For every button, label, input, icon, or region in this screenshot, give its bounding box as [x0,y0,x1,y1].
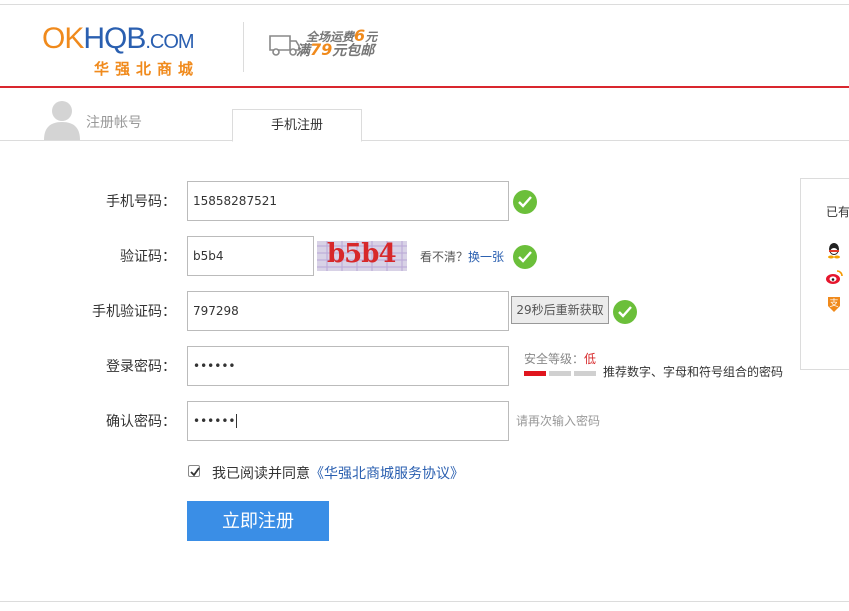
password-input[interactable]: •••••• [187,346,509,386]
third-party-login-panel: 已有 支 [800,178,849,370]
sms-code-input[interactable]: 797298 [187,291,509,331]
confirm-label: 确认密码： [106,414,176,430]
register-title: 注册帐号 [86,115,142,131]
captcha-refresh-link[interactable]: 换一张 [468,250,504,264]
bottom-border [0,601,849,602]
captcha-label: 验证码： [120,249,176,265]
site-header: OKHQB.COM 华强北商城 全场运费6元 满79元包邮 [0,0,849,88]
sms-valid-check-icon [613,300,637,324]
strength-bar-3 [574,371,596,376]
alipay-icon[interactable]: 支 [825,295,843,313]
strength-bar-1 [524,371,546,376]
qq-icon[interactable] [825,241,843,259]
sms-label: 手机验证码： [92,304,176,320]
phone-input[interactable]: 15858287521 [187,181,509,221]
truck-icon [269,35,300,56]
password-label: 登录密码： [106,359,176,375]
strength-bar-2 [549,371,571,376]
captcha-hint: 看不清？换一张 [420,250,505,264]
confirm-tip: 请再次输入密码 [516,414,601,428]
logo-subtitle: 华强北商城 [94,60,200,78]
service-agreement-link[interactable]: 《华强北商城服务协议》 [310,466,464,482]
phone-label: 手机号码： [106,194,176,210]
header-divider [243,22,244,72]
resend-sms-button[interactable]: 29秒后重新获取 [511,296,609,324]
shipping-promo: 全场运费6元 满79元包邮 [266,26,396,66]
promo-line-2: 满79元包邮 [296,40,375,59]
password-strength: 安全等级：低 [524,352,597,366]
confirm-password-input[interactable]: •••••• [187,401,509,441]
logo-wordmark: OKHQB.COM [42,22,195,55]
captcha-input[interactable]: b5b4 [187,236,314,276]
site-logo[interactable]: OKHQB.COM 华强北商城 [42,22,222,79]
tab-mobile-register[interactable]: 手机注册 [232,109,362,142]
side-panel-title: 已有 [826,205,849,219]
register-submit-button[interactable]: 立即注册 [187,501,329,541]
tab-bar-line [0,140,849,141]
agree-text: 我已阅读并同意《华强北商城服务协议》 [212,466,464,482]
captcha-image[interactable]: b5b4 [317,241,407,271]
password-tip: 推荐数字、字母和符号组合的密码 [603,365,784,379]
phone-valid-check-icon [513,190,537,214]
svg-text:支: 支 [829,297,838,309]
captcha-valid-check-icon [513,245,537,269]
captcha-text: b5b4 [327,241,397,269]
user-avatar-icon [44,101,80,140]
agree-checkbox[interactable] [188,465,200,477]
weibo-icon[interactable] [825,268,843,286]
